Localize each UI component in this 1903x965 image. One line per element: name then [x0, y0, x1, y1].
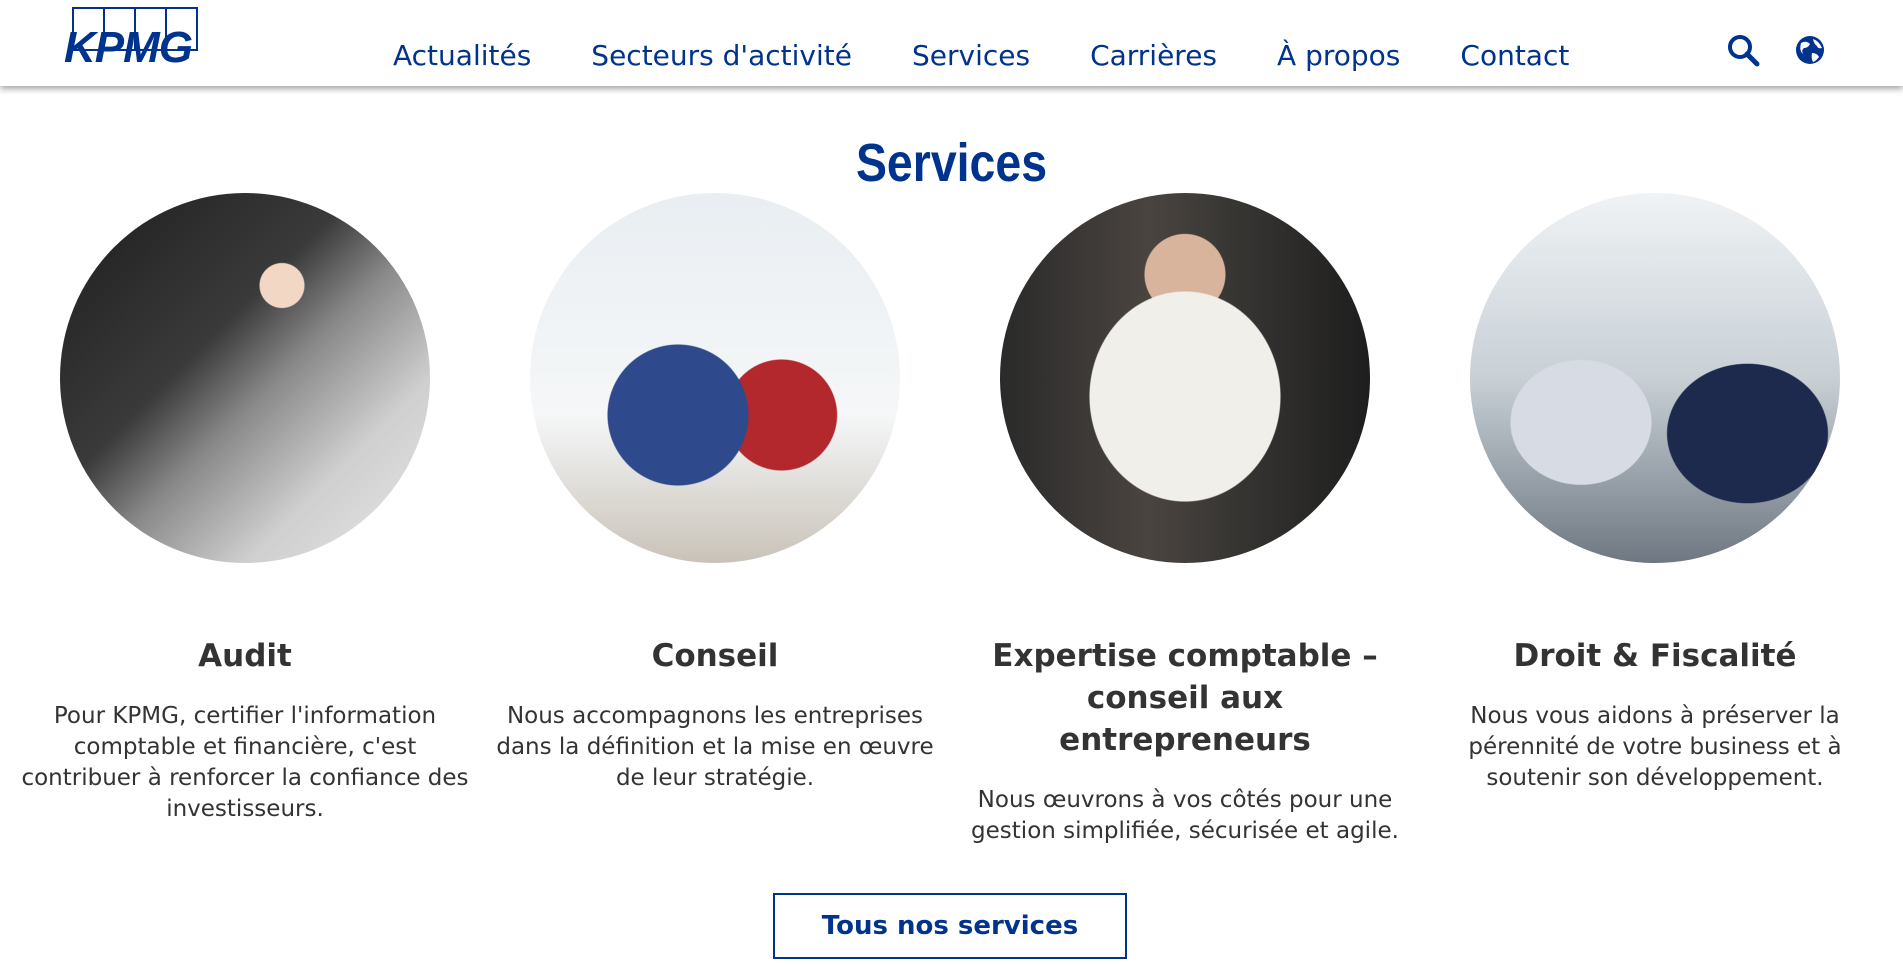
search-icon[interactable]	[1726, 33, 1760, 67]
nav-item-a-propos[interactable]: À propos	[1277, 38, 1400, 74]
service-card-conseil[interactable]: Conseil Nous accompagnons les entreprise…	[480, 193, 950, 794]
nav-item-contact[interactable]: Contact	[1460, 38, 1569, 74]
nav-item-secteurs[interactable]: Secteurs d'activité	[591, 38, 852, 74]
card-title: Audit	[198, 638, 292, 674]
service-card-droit-fiscalite[interactable]: Droit & Fiscalité Nous vous aidons à pré…	[1420, 193, 1890, 794]
card-title: Droit & Fiscalité	[1513, 638, 1797, 674]
card-description: Pour KPMG, certifier l'information compt…	[21, 703, 469, 822]
card-title: Conseil	[651, 638, 779, 674]
logo-text: KPMG	[64, 23, 193, 72]
nav-item-actualites[interactable]: Actualités	[393, 38, 531, 74]
nav-item-services[interactable]: Services	[912, 38, 1030, 74]
card-description: Nous œuvrons à vos côtés pour une gestio…	[971, 787, 1399, 844]
expertise-photo	[1000, 193, 1370, 563]
kpmg-logo[interactable]: KPMG	[64, 7, 219, 70]
service-card-audit[interactable]: Audit Pour KPMG, certifier l'information…	[10, 193, 480, 825]
main-nav: Actualités Secteurs d'activité Services …	[393, 38, 1569, 74]
droit-photo	[1470, 193, 1840, 563]
section-title: Services	[855, 133, 1048, 194]
globe-icon[interactable]	[1793, 33, 1827, 67]
card-description: Nous vous aidons à préserver la pérennit…	[1468, 703, 1842, 791]
all-services-button[interactable]: Tous nos services	[773, 893, 1127, 959]
audit-photo	[60, 193, 430, 563]
nav-item-carrieres[interactable]: Carrières	[1090, 38, 1217, 74]
conseil-photo	[530, 193, 900, 563]
card-title: Expertise comptable – conseil aux entrep…	[992, 638, 1378, 758]
site-header: KPMG Actualités Secteurs d'activité Serv…	[0, 0, 1903, 86]
service-card-expertise-comptable[interactable]: Expertise comptable – conseil aux entrep…	[950, 193, 1420, 847]
card-description: Nous accompagnons les entreprises dans l…	[496, 703, 934, 791]
